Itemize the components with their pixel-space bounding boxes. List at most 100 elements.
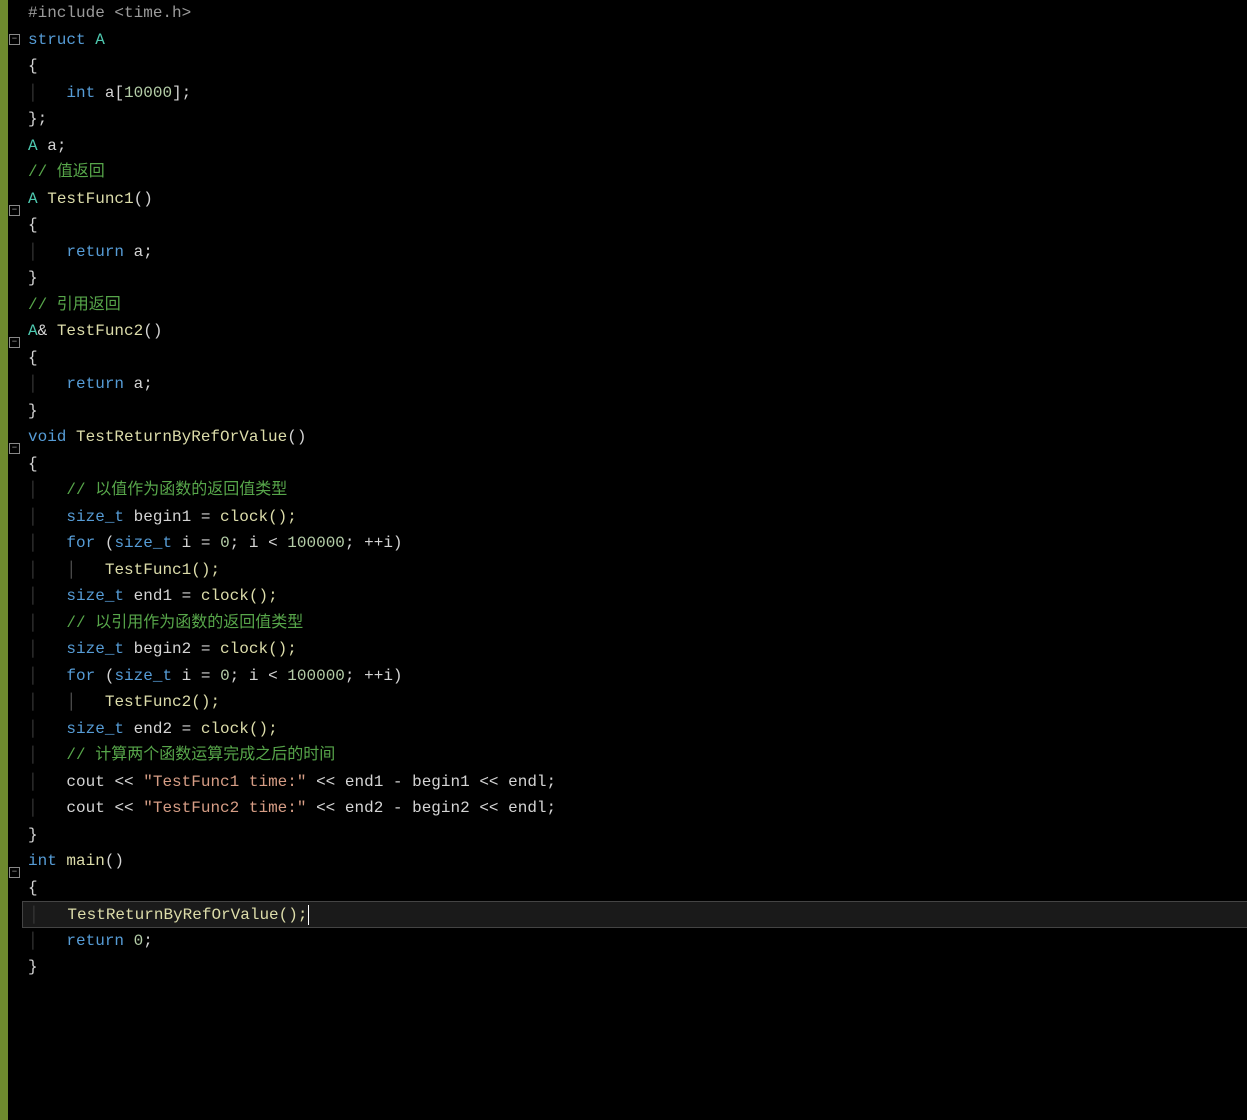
code-line[interactable]: void TestReturnByRefOrValue() [28, 424, 1247, 451]
semicolon: ; [230, 667, 249, 685]
brace: } [28, 958, 38, 976]
parens: () [143, 322, 162, 340]
code-line[interactable]: #include <time.h> [28, 0, 1247, 27]
comment: // 以引用作为函数的返回值类型 [66, 614, 303, 632]
code-line[interactable]: { [28, 875, 1247, 902]
code-area[interactable]: #include <time.h> struct A { │ int a[100… [22, 0, 1247, 1120]
code-line[interactable]: { [28, 212, 1247, 239]
code-line[interactable]: // 引用返回 [28, 292, 1247, 319]
type-sizet: size_t [66, 720, 124, 738]
operator-eq: = [201, 640, 211, 658]
number-literal: 10000 [124, 84, 172, 102]
code-line[interactable]: A& TestFunc2() [28, 318, 1247, 345]
code-line[interactable]: │ return a; [28, 371, 1247, 398]
fold-toggle-icon[interactable]: − [9, 205, 20, 216]
var-name: end1 [124, 587, 182, 605]
number-literal: 0 [210, 534, 229, 552]
function-call: TestFunc1(); [105, 561, 220, 579]
code-line[interactable]: } [28, 822, 1247, 849]
type-sizet: size_t [66, 508, 124, 526]
var-name: begin1 [403, 773, 480, 791]
code-line[interactable]: } [28, 954, 1247, 981]
keyword-int: int [28, 852, 57, 870]
string-literal: "TestFunc1 time:" [134, 773, 316, 791]
code-line[interactable]: } [28, 398, 1247, 425]
stream-operator: << [114, 799, 133, 817]
code-line[interactable]: │ return 0; [28, 928, 1247, 955]
code-line[interactable]: // 值返回 [28, 159, 1247, 186]
code-line[interactable]: │ cout << "TestFunc1 time:" << end1 - be… [28, 769, 1247, 796]
code-line[interactable]: │ return a; [28, 239, 1247, 266]
comment: // 引用返回 [28, 296, 121, 314]
code-line[interactable]: │ // 以引用作为函数的返回值类型 [28, 610, 1247, 637]
number-literal: 100000 [278, 667, 345, 685]
code-line[interactable]: }; [28, 106, 1247, 133]
code-line[interactable]: A a; [28, 133, 1247, 160]
parens: () [287, 428, 306, 446]
keyword-struct: struct [28, 31, 86, 49]
code-line[interactable]: A TestFunc1() [28, 186, 1247, 213]
code-line[interactable]: │ size_t end1 = clock(); [28, 583, 1247, 610]
code-line[interactable]: │ │ TestFunc1(); [28, 557, 1247, 584]
code-line[interactable]: │ size_t end2 = clock(); [28, 716, 1247, 743]
stream-operator: << [479, 773, 498, 791]
parens: () [105, 852, 124, 870]
stream-operator: << [479, 799, 498, 817]
code-line[interactable]: │ // 以值作为函数的返回值类型 [28, 477, 1247, 504]
code-line[interactable]: │ size_t begin2 = clock(); [28, 636, 1247, 663]
cout: cout [66, 773, 114, 791]
var-i-close: i) [383, 534, 402, 552]
code-line[interactable]: } [28, 265, 1247, 292]
var-i-close: i) [383, 667, 402, 685]
var-name: end2 [335, 799, 393, 817]
var-name: begin2 [124, 640, 201, 658]
operator-eq: = [182, 587, 192, 605]
keyword-void: void [28, 428, 66, 446]
bracket: [ [114, 84, 124, 102]
code-line[interactable]: int main() [28, 848, 1247, 875]
var-i: i [249, 534, 268, 552]
code-line-current[interactable]: │ TestReturnByRefOrValue(); [22, 901, 1247, 928]
code-line[interactable]: │ size_t begin1 = clock(); [28, 504, 1247, 531]
comment: // 计算两个函数运算完成之后的时间 [66, 746, 335, 764]
code-line[interactable]: │ for (size_t i = 0; i < 100000; ++i) [28, 530, 1247, 557]
function-name: TestReturnByRefOrValue [66, 428, 287, 446]
ref-operator: & [38, 322, 48, 340]
var-name: begin1 [124, 508, 201, 526]
function-call: TestReturnByRefOrValue(); [67, 906, 307, 924]
keyword-return: return [66, 375, 124, 393]
code-line[interactable]: │ int a[10000]; [28, 80, 1247, 107]
function-name: TestFunc2 [47, 322, 143, 340]
var-name: end1 [335, 773, 393, 791]
type-name: A [28, 137, 38, 155]
var-name: a; [38, 137, 67, 155]
type-name: A [86, 31, 105, 49]
code-line[interactable]: │ // 计算两个函数运算完成之后的时间 [28, 742, 1247, 769]
endl: endl; [499, 773, 557, 791]
fold-toggle-icon[interactable]: − [9, 443, 20, 454]
brace: }; [28, 110, 47, 128]
semicolon: ; [345, 667, 355, 685]
code-line[interactable]: { [28, 53, 1247, 80]
code-editor[interactable]: − − − − − #include <time.h> struct A { │… [0, 0, 1247, 1120]
operator-minus: - [393, 799, 403, 817]
type-sizet: size_t [114, 667, 172, 685]
function-main: main [57, 852, 105, 870]
code-line[interactable]: │ │ TestFunc2(); [28, 689, 1247, 716]
fold-toggle-icon[interactable]: − [9, 337, 20, 348]
stream-operator: << [114, 773, 133, 791]
var-name: a; [124, 243, 153, 261]
function-call: TestFunc2(); [105, 693, 220, 711]
var-i: i [249, 667, 268, 685]
code-line[interactable]: │ cout << "TestFunc2 time:" << end2 - be… [28, 795, 1247, 822]
fold-toggle-icon[interactable]: − [9, 34, 20, 45]
fold-toggle-icon[interactable]: − [9, 867, 20, 878]
code-line[interactable]: │ for (size_t i = 0; i < 100000; ++i) [28, 663, 1247, 690]
code-line[interactable]: struct A [28, 27, 1247, 54]
code-line[interactable]: { [28, 451, 1247, 478]
var-name: begin2 [403, 799, 480, 817]
code-line[interactable]: { [28, 345, 1247, 372]
type-sizet: size_t [66, 640, 124, 658]
comment: // 以值作为函数的返回值类型 [66, 481, 287, 499]
text-caret-icon [308, 905, 309, 925]
